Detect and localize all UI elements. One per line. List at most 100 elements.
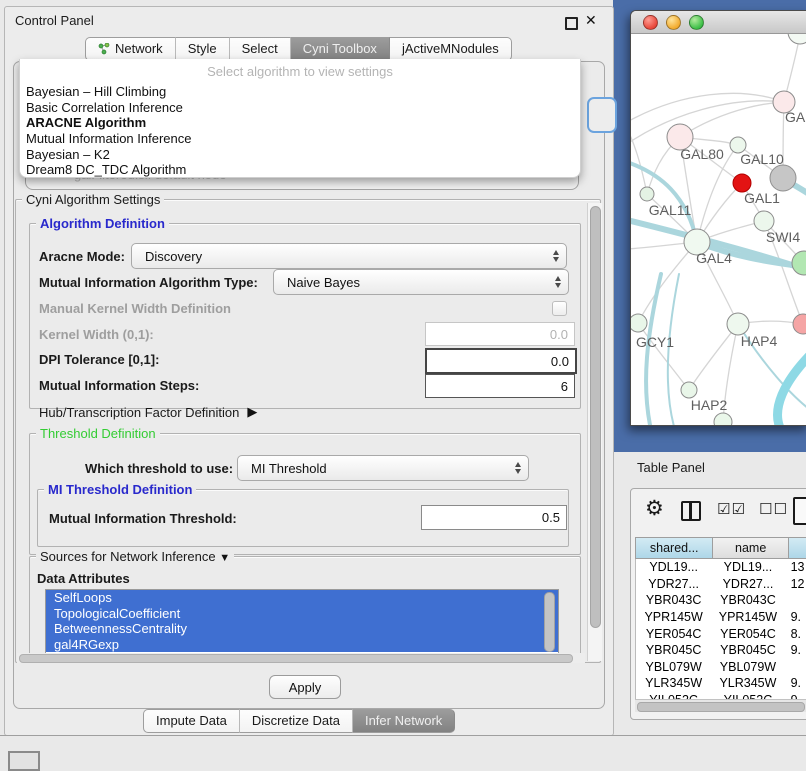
tab-impute-data-label: Impute Data [156,713,227,728]
algorithm-option[interactable]: ARACNE Algorithm [20,115,580,131]
select-all-checkboxes-icon[interactable]: ☑☑ [717,500,746,518]
algorithm-option[interactable]: Basic Correlation Inference [20,100,580,116]
algorithm-option[interactable]: Dream8 DC_TDC Algorithm [20,162,580,178]
table-cell: YIL052C [636,692,711,699]
algorithm-option[interactable]: Bayesian – Hill Climbing [20,84,580,100]
column-header-shared-name[interactable]: shared... [635,537,713,559]
mi-threshold-label: Mutual Information Threshold: [49,511,237,526]
table-row[interactable]: YDR27...YDR27...12 [636,576,806,593]
deselect-all-checkboxes-icon[interactable]: ☐☐ [759,500,788,518]
which-threshold-combo[interactable]: MI Threshold [237,455,529,481]
settings-horizontal-scrollbar-thumb[interactable] [19,654,573,663]
table-body: YDL19...YDL19...13YDR27...YDR27...12YBR0… [635,559,806,699]
settings-vertical-scrollbar[interactable] [587,203,602,661]
tab-jactivemnodules[interactable]: jActiveMNodules [390,37,512,61]
table-row[interactable]: YLR345WYLR345W9. [636,675,806,692]
mi-type-combo[interactable]: Naive Bayes [273,269,569,295]
attribute-list-item[interactable]: gal4RGexp [46,637,558,653]
network-graph[interactable]: GAL80GAL10GAL1SWI4GAL11GAL4GCY1HAP4HAP2Y… [631,34,806,425]
network-node[interactable] [788,34,806,44]
network-edge[interactable] [638,242,697,323]
attribute-list-item[interactable]: BetweennessCentrality [46,621,558,637]
table-row[interactable]: YPR145WYPR145W9. [636,609,806,626]
network-node[interactable] [727,313,749,335]
node-label: GAL4 [696,250,732,266]
network-edge[interactable] [689,324,738,390]
close-traffic-light-icon[interactable] [643,15,658,30]
table-cell [785,592,806,609]
tab-select[interactable]: Select [230,37,291,61]
table-cell: YPR145W [711,609,784,626]
table-row[interactable]: YBR043CYBR043C [636,592,806,609]
table-cell: YBR043C [636,592,711,609]
algorithm-option[interactable]: Mutual Information Inference [20,131,580,147]
close-panel-icon[interactable]: ✕ [585,12,597,29]
kernel-width-field[interactable]: 0.0 [425,322,575,346]
network-edge[interactable] [680,102,784,137]
mi-steps-field[interactable]: 6 [425,374,575,398]
table-horizontal-scrollbar[interactable] [635,699,806,712]
network-node[interactable] [631,314,647,332]
cyni-settings-title: Cyni Algorithm Settings [22,192,164,207]
table-row[interactable]: YBR045CYBR045C9. [636,642,806,659]
network-node[interactable] [681,382,697,398]
tab-style[interactable]: Style [176,37,230,61]
table-cell [785,659,806,676]
column-header-clipped[interactable]: A [789,537,806,559]
spinner-arrows-icon [515,462,521,474]
network-node[interactable] [770,165,796,191]
attribute-list-item[interactable]: SelfLoops [46,590,558,606]
algorithm-option[interactable]: Bayesian – K2 [20,147,580,163]
mi-type-label: Mutual Information Algorithm Type: [39,275,258,290]
document-icon[interactable] [793,497,806,525]
network-node[interactable] [792,251,806,275]
node-label: GCY1 [636,334,674,350]
tab-discretize-data[interactable]: Discretize Data [240,709,353,733]
mi-threshold-field[interactable]: 0.5 [421,505,567,530]
data-attributes-list[interactable]: SelfLoopsTopologicalCoefficientBetweenne… [45,589,559,654]
tab-cyni-toolbox[interactable]: Cyni Toolbox [291,37,390,61]
attribute-list-item[interactable]: TopologicalCoefficient [46,606,558,622]
network-node[interactable] [793,314,806,334]
settings-vertical-scrollbar-thumb[interactable] [590,206,601,628]
tab-style-label: Style [188,41,217,56]
network-edge[interactable] [631,129,647,194]
table-cell: YER054C [636,625,711,642]
network-window-titlebar[interactable] [631,11,806,34]
float-window-icon[interactable] [565,17,578,30]
apply-button[interactable]: Apply [269,675,341,699]
network-edge[interactable] [778,352,806,425]
tab-impute-data[interactable]: Impute Data [143,709,240,733]
columns-icon[interactable] [681,501,701,521]
minimize-traffic-light-icon[interactable] [666,15,681,30]
table-row[interactable]: YDL19...YDL19...13 [636,559,806,576]
manual-kernel-checkbox[interactable] [552,301,567,316]
gear-icon[interactable]: ⚙ [645,496,664,521]
node-label: GAL11 [649,202,692,218]
node-label: GAL80 [680,146,724,162]
column-header-name[interactable]: name [713,537,788,559]
network-view-window: GAL80GAL10GAL1SWI4GAL11GAL4GCY1HAP4HAP2Y… [630,10,806,426]
table-cell: YBL079W [711,659,784,676]
zoom-traffic-light-icon[interactable] [689,15,704,30]
tab-jactivemnodules-label: jActiveMNodules [402,41,499,56]
table-row[interactable]: YER054CYER054C8. [636,625,806,642]
table-horizontal-scrollbar-thumb[interactable] [637,702,805,712]
attributes-scrollbar[interactable] [544,592,555,652]
network-node[interactable] [640,187,654,201]
hub-definition-expander[interactable]: Hub/Transcription Factor Definition ▶ [39,404,257,420]
network-node[interactable] [754,211,774,231]
tab-infer-network[interactable]: Infer Network [353,709,455,733]
network-node[interactable] [714,413,732,425]
settings-horizontal-scrollbar[interactable] [17,653,585,663]
table-row[interactable]: YIL052CYIL052C9. [636,692,806,699]
dpi-tolerance-field[interactable]: 0.0 [425,348,577,374]
minimized-panel-icon[interactable] [8,751,40,771]
table-cell: 12 [785,576,806,593]
table-row[interactable]: YBL079WYBL079W [636,659,806,676]
table-cell: YIL052C [711,692,784,699]
tab-network[interactable]: Network [85,37,176,61]
aracne-mode-combo[interactable]: Discovery [131,243,567,269]
top-tab-bar: Network Style Select Cyni Toolbox jActiv… [85,37,512,61]
chevron-down-icon[interactable]: ▼ [219,552,230,564]
